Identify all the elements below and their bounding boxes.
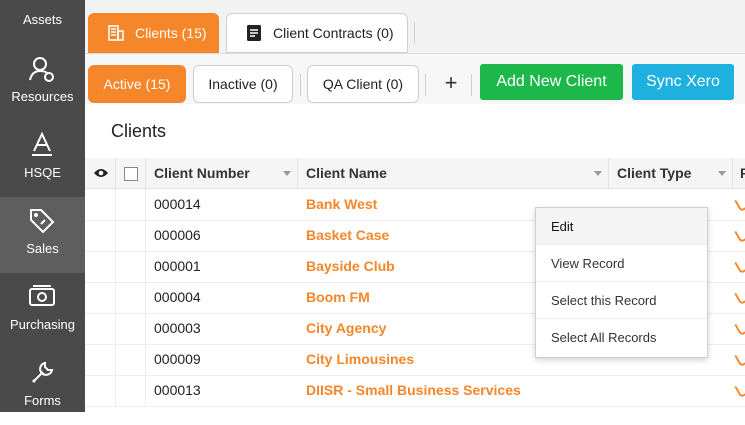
row-divider [115, 282, 116, 313]
row-action-icon[interactable] [734, 289, 745, 306]
wrench-icon [32, 361, 54, 383]
client-number-cell: 000013 [154, 382, 201, 398]
client-name-link[interactable]: City Agency [306, 313, 386, 344]
select-all-checkbox[interactable] [124, 167, 138, 181]
sidebar-item-hsqe[interactable]: HSQE [0, 121, 85, 197]
context-menu: Edit View Record Select this Record Sele… [535, 207, 708, 358]
row-divider [115, 313, 116, 344]
sidebar-item-label: Purchasing [9, 317, 76, 332]
sidebar-item-label: Forms [24, 393, 61, 408]
tab-divider [414, 22, 415, 44]
client-number-cell: 000003 [154, 320, 201, 336]
tab-label: Client Contracts (0) [273, 25, 394, 41]
sales-tag-icon [30, 209, 55, 234]
row-action-icon[interactable] [734, 320, 745, 337]
row-divider [145, 220, 146, 251]
sidebar-item-sales[interactable]: Sales [0, 197, 85, 273]
row-divider [145, 282, 146, 313]
column-header-partial[interactable]: F [740, 158, 745, 188]
row-action-icon[interactable] [734, 382, 745, 399]
table-row[interactable]: 000013 DIISR - Small Business Services [85, 375, 745, 407]
context-menu-select-this-record[interactable]: Select this Record [536, 282, 707, 319]
row-action-icon[interactable] [734, 227, 745, 244]
sidebar-item-assets[interactable]: Assets [0, 0, 85, 40]
sidebar: Assets Resources HSQE Sales Purchasing F… [0, 0, 85, 412]
context-menu-view-record[interactable]: View Record [536, 245, 707, 282]
column-header-client-number[interactable]: Client Number [154, 158, 250, 188]
table-header: Client Number Client Name Client Type F [85, 158, 745, 189]
subtab-bar: Active (15) Inactive (0) QA Client (0) +… [85, 54, 745, 104]
page-title: Clients [111, 121, 167, 141]
client-name-link[interactable]: DIISR - Small Business Services [306, 375, 521, 406]
tab-client-contracts[interactable]: Client Contracts (0) [226, 13, 408, 53]
document-icon [247, 25, 261, 41]
tab-label: Clients (15) [135, 25, 207, 41]
tab-bar: Clients (15) Client Contracts (0) [85, 0, 745, 54]
client-number-cell: 000014 [154, 196, 201, 212]
subtab-active[interactable]: Active (15) [88, 65, 186, 103]
client-name-link[interactable]: City Limousines [306, 344, 414, 375]
sidebar-item-label: Assets [22, 12, 62, 27]
row-divider [145, 251, 146, 282]
column-divider [115, 158, 116, 188]
column-menu-icon[interactable] [718, 171, 726, 176]
client-name-link[interactable]: Boom FM [306, 282, 370, 313]
client-number-cell: 000009 [154, 351, 201, 367]
column-divider [297, 158, 298, 188]
client-name-link[interactable]: Basket Case [306, 220, 389, 251]
sidebar-item-label: Resources [11, 89, 74, 104]
client-name-link[interactable]: Bank West [306, 189, 377, 220]
row-divider [115, 220, 116, 251]
row-divider [115, 344, 116, 375]
client-number-cell: 000004 [154, 289, 201, 305]
subtab-inactive[interactable]: Inactive (0) [193, 65, 293, 103]
column-header-client-name[interactable]: Client Name [306, 158, 387, 188]
row-action-icon[interactable] [734, 351, 745, 368]
row-divider [145, 189, 146, 220]
subtab-divider [300, 74, 301, 96]
subtab-qa-client[interactable]: QA Client (0) [307, 65, 419, 103]
tab-clients[interactable]: Clients (15) [88, 13, 219, 53]
context-menu-edit[interactable]: Edit [536, 208, 707, 245]
subtab-label: Active (15) [103, 76, 171, 92]
row-action-icon[interactable] [734, 258, 745, 275]
subtab-divider [425, 74, 426, 96]
subtab-divider [471, 74, 472, 96]
client-number-cell: 000001 [154, 258, 201, 274]
sync-xero-button[interactable]: Sync Xero [632, 64, 734, 100]
sidebar-item-purchasing[interactable]: Purchasing [0, 273, 85, 349]
client-name-link[interactable]: Bayside Club [306, 251, 395, 282]
row-divider [145, 344, 146, 375]
subtab-label: QA Client (0) [322, 76, 404, 92]
column-divider [145, 158, 146, 188]
context-menu-select-all-records[interactable]: Select All Records [536, 319, 707, 356]
row-divider [145, 375, 146, 406]
purchasing-icon [29, 285, 55, 306]
column-divider [732, 158, 733, 188]
row-divider [145, 313, 146, 344]
sidebar-item-forms[interactable]: Forms [0, 349, 85, 425]
add-new-client-button[interactable]: Add New Client [480, 64, 623, 100]
building-icon [108, 25, 124, 41]
eye-icon[interactable] [93, 167, 109, 179]
sidebar-item-label: Sales [26, 241, 59, 256]
column-header-client-type[interactable]: Client Type [617, 158, 691, 188]
subtab-label: Inactive (0) [208, 76, 278, 92]
add-tab-button[interactable]: + [439, 70, 463, 96]
column-menu-icon[interactable] [283, 171, 291, 176]
resources-icon [29, 57, 54, 82]
row-action-icon[interactable] [734, 196, 745, 213]
hsqe-icon [32, 131, 52, 156]
client-number-cell: 000006 [154, 227, 201, 243]
sidebar-item-label: HSQE [24, 165, 61, 180]
row-divider [115, 375, 116, 406]
row-divider [115, 251, 116, 282]
row-divider [115, 189, 116, 220]
column-divider [608, 158, 609, 188]
sidebar-item-resources[interactable]: Resources [0, 45, 85, 121]
column-menu-icon[interactable] [594, 171, 602, 176]
